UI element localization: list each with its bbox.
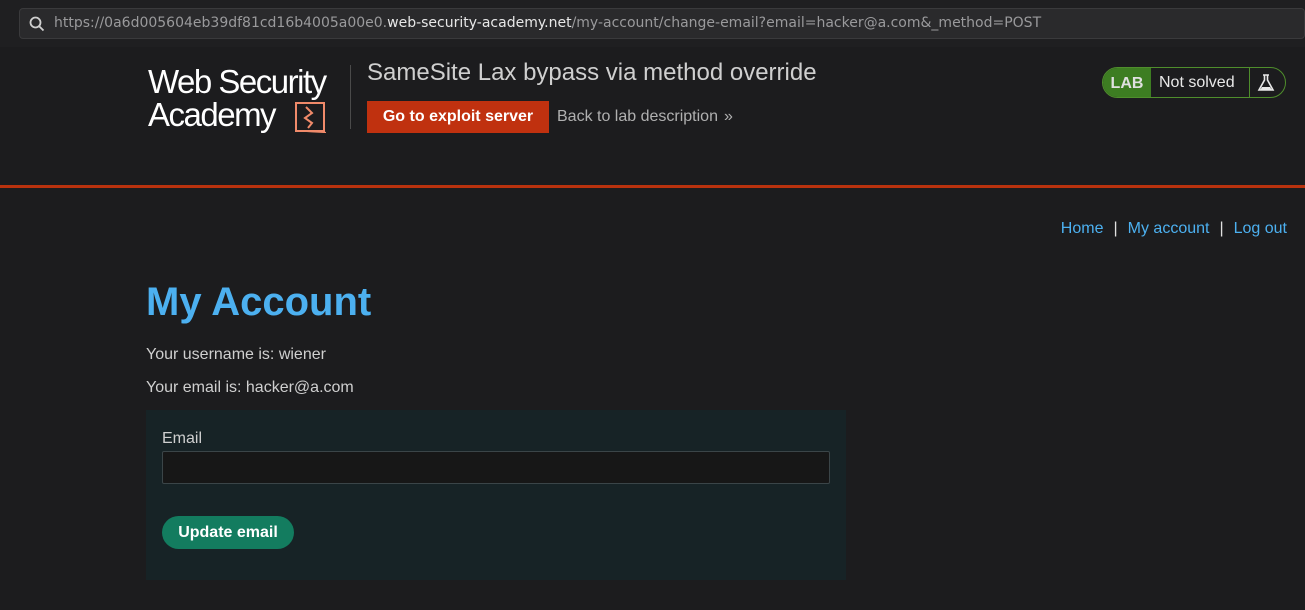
go-to-exploit-server-button[interactable]: Go to exploit server (367, 101, 549, 133)
lab-label: LAB (1103, 68, 1151, 97)
nav-separator: | (1113, 220, 1118, 237)
search-icon (29, 16, 45, 32)
flask-icon (1257, 74, 1275, 91)
web-security-academy-logo[interactable]: Web Security Academy (148, 65, 348, 137)
back-to-lab-description-link[interactable]: Back to lab description » (557, 108, 733, 126)
lab-status-badge: LAB Not solved (1102, 67, 1286, 98)
url-domain: web-security-academy.net (387, 15, 572, 31)
email-text: Your email is: hacker@a.com (146, 379, 354, 396)
url-text: https://0a6d005604eb39df81cd16b4005a00e0… (54, 15, 1041, 31)
nav-my-account-link[interactable]: My account (1128, 220, 1210, 237)
back-link-label: Back to lab description (557, 108, 718, 125)
header-rule (0, 185, 1305, 188)
page-title: My Account (146, 280, 372, 324)
url-path: /my-account/change-email?email=hacker@a.… (571, 15, 1042, 31)
lab-header: Web Security Academy SameSite Lax bypass… (0, 47, 1305, 186)
nav-separator: | (1219, 220, 1224, 237)
nav-home-link[interactable]: Home (1061, 220, 1104, 237)
top-navigation: Home | My account | Log out (1061, 220, 1287, 238)
lab-status-text: Not solved (1159, 74, 1235, 91)
badge-separator (1249, 68, 1250, 97)
nav-log-out-link[interactable]: Log out (1234, 220, 1287, 237)
logo-text-line1: Web Security (148, 63, 327, 100)
browser-address-bar: https://0a6d005604eb39df81cd16b4005a00e0… (0, 0, 1305, 47)
header-divider (350, 65, 351, 129)
logo-text-line2: Academy (148, 96, 277, 133)
url-prefix: https://0a6d005604eb39df81cd16b4005a00e0… (54, 15, 388, 31)
username-text: Your username is: wiener (146, 346, 326, 363)
lab-title: SameSite Lax bypass via method override (367, 59, 817, 86)
change-email-form: Email Update email (146, 410, 846, 580)
email-input[interactable] (162, 451, 830, 484)
chevron-double-right-icon: » (723, 108, 733, 125)
url-field[interactable]: https://0a6d005604eb39df81cd16b4005a00e0… (19, 8, 1305, 39)
email-label: Email (162, 430, 203, 447)
academy-logo-icon (295, 102, 326, 133)
update-email-button[interactable]: Update email (162, 516, 294, 549)
